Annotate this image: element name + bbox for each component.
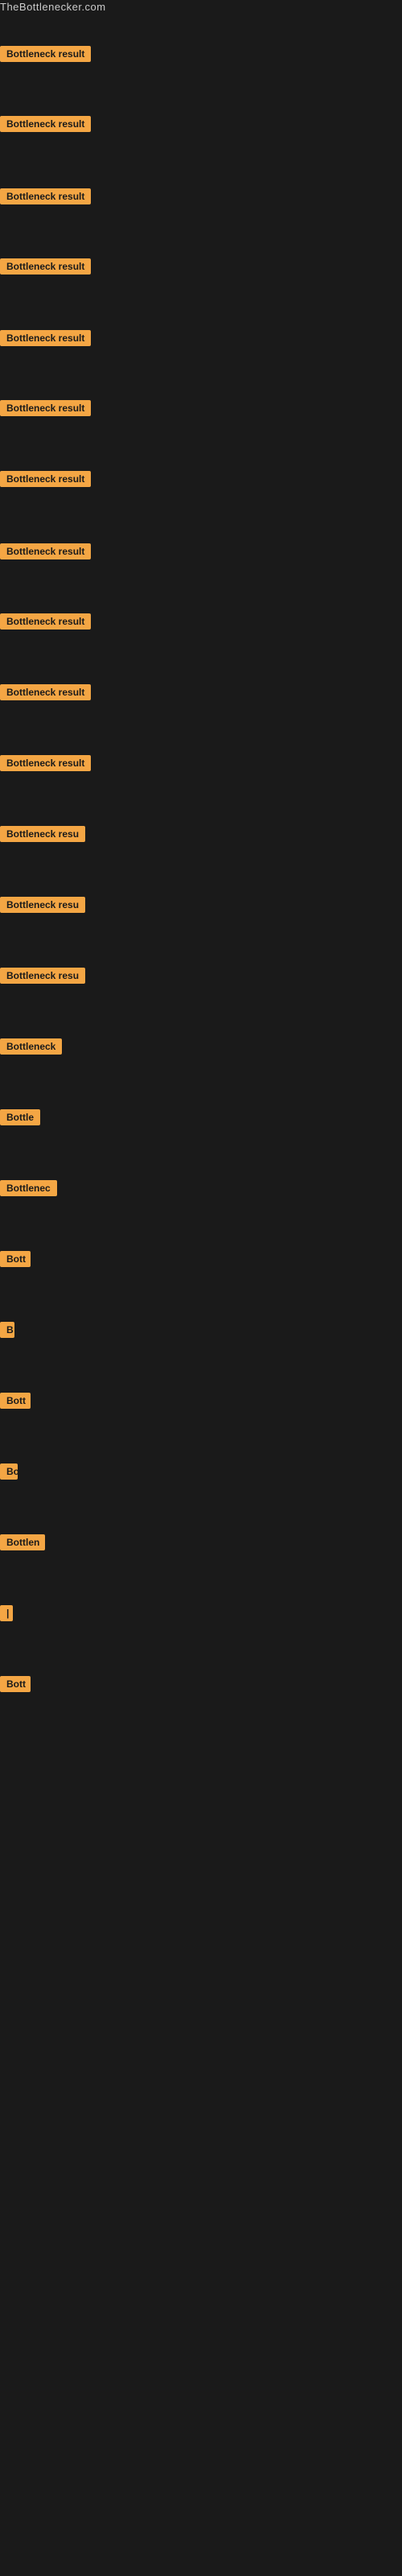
bottleneck-result-item-15: Bottleneck: [0, 1038, 62, 1059]
bottleneck-badge-2: Bottleneck result: [0, 116, 91, 132]
bottleneck-result-item-10: Bottleneck result: [0, 684, 91, 704]
bottleneck-result-item-18: Bott: [0, 1251, 31, 1271]
bottleneck-result-item-2: Bottleneck result: [0, 116, 91, 136]
bottleneck-result-item-23: |: [0, 1605, 13, 1625]
bottleneck-result-item-16: Bottle: [0, 1109, 40, 1129]
bottleneck-result-item-13: Bottleneck resu: [0, 897, 85, 917]
bottleneck-result-item-22: Bottlen: [0, 1534, 45, 1554]
bottleneck-result-item-1: Bottleneck result: [0, 46, 91, 66]
bottleneck-result-item-7: Bottleneck result: [0, 471, 91, 491]
bottleneck-result-item-6: Bottleneck result: [0, 400, 91, 420]
bottleneck-badge-16: Bottle: [0, 1109, 40, 1125]
bottleneck-badge-20: Bott: [0, 1393, 31, 1409]
bottleneck-result-item-9: Bottleneck result: [0, 613, 91, 634]
bottleneck-result-item-12: Bottleneck resu: [0, 826, 85, 846]
bottleneck-badge-15: Bottleneck: [0, 1038, 62, 1055]
bottleneck-result-item-4: Bottleneck result: [0, 258, 91, 279]
bottleneck-badge-19: B: [0, 1322, 14, 1338]
bottleneck-badge-10: Bottleneck result: [0, 684, 91, 700]
bottleneck-result-item-14: Bottleneck resu: [0, 968, 85, 988]
bottleneck-badge-4: Bottleneck result: [0, 258, 91, 275]
bottleneck-badge-12: Bottleneck resu: [0, 826, 85, 842]
site-title: TheBottlenecker.com: [0, 0, 106, 16]
bottleneck-badge-9: Bottleneck result: [0, 613, 91, 630]
bottleneck-badge-6: Bottleneck result: [0, 400, 91, 416]
bottleneck-result-item-24: Bott: [0, 1676, 31, 1696]
bottleneck-badge-17: Bottlenec: [0, 1180, 57, 1196]
bottleneck-badge-11: Bottleneck result: [0, 755, 91, 771]
bottleneck-result-item-8: Bottleneck result: [0, 543, 91, 564]
bottleneck-result-item-20: Bott: [0, 1393, 31, 1413]
bottleneck-badge-23: |: [0, 1605, 13, 1621]
bottleneck-badge-3: Bottleneck result: [0, 188, 91, 204]
bottleneck-badge-21: Bo: [0, 1463, 18, 1480]
bottleneck-result-item-19: B: [0, 1322, 14, 1342]
bottleneck-badge-5: Bottleneck result: [0, 330, 91, 346]
bottleneck-badge-13: Bottleneck resu: [0, 897, 85, 913]
bottleneck-result-item-17: Bottlenec: [0, 1180, 57, 1200]
bottleneck-badge-18: Bott: [0, 1251, 31, 1267]
bottleneck-result-item-21: Bo: [0, 1463, 18, 1484]
bottleneck-badge-22: Bottlen: [0, 1534, 45, 1550]
bottleneck-result-item-3: Bottleneck result: [0, 188, 91, 208]
bottleneck-badge-24: Bott: [0, 1676, 31, 1692]
site-header: TheBottlenecker.com: [0, 0, 402, 14]
bottleneck-badge-14: Bottleneck resu: [0, 968, 85, 984]
bottleneck-result-item-5: Bottleneck result: [0, 330, 91, 350]
bottleneck-badge-8: Bottleneck result: [0, 543, 91, 559]
bottleneck-badge-1: Bottleneck result: [0, 46, 91, 62]
bottleneck-badge-7: Bottleneck result: [0, 471, 91, 487]
bottleneck-result-item-11: Bottleneck result: [0, 755, 91, 775]
